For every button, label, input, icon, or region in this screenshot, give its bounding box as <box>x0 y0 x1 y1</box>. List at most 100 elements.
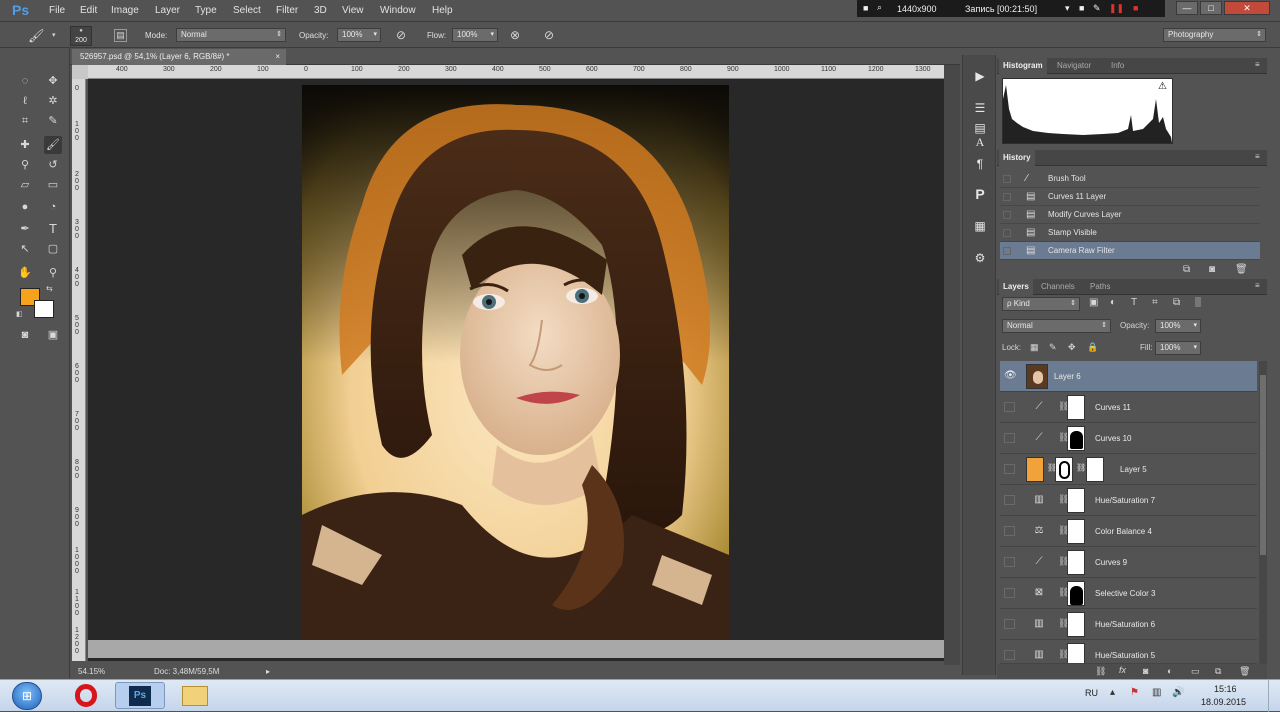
tab-info[interactable]: Info <box>1107 58 1128 74</box>
layer-row[interactable]: ⟋ ⛓ Curves 10 <box>1000 423 1257 454</box>
history-item[interactable]: ▤ Modify Curves Layer <box>1000 206 1260 224</box>
screen-mode-icon[interactable]: ▣ <box>44 326 62 344</box>
brush-panel-toggle-icon[interactable]: ▤ <box>114 29 127 42</box>
tab-navigator[interactable]: Navigator <box>1053 58 1095 74</box>
layer-row[interactable]: ⛓ ⛓ Layer 5 <box>1000 454 1257 485</box>
path-selection-tool-icon[interactable]: ↖ <box>16 240 34 258</box>
history-item[interactable]: ▤ Curves 11 Layer <box>1000 188 1260 206</box>
flow-input[interactable]: 100% ▾ <box>452 28 498 42</box>
recorder-pen-icon[interactable]: ✎ <box>1093 3 1101 14</box>
layer-row[interactable]: ⚖ ⛓ Color Balance 4 <box>1000 516 1257 547</box>
link-layers-icon[interactable]: ⛓ <box>1095 666 1106 677</box>
lock-image-icon[interactable]: ✎ <box>1049 342 1057 353</box>
layer-row[interactable]: ▥ ⛓ Hue/Saturation 7 <box>1000 485 1257 516</box>
swatches-icon[interactable]: ▦ <box>970 217 990 235</box>
visibility-toggle[interactable] <box>1004 464 1015 474</box>
quick-mask-icon[interactable]: ◙ <box>16 326 34 344</box>
crop-tool-icon[interactable]: ⌗ <box>16 112 34 130</box>
minimize-button[interactable]: — <box>1176 1 1198 15</box>
zoom-tool-icon[interactable]: ⚲ <box>44 264 62 282</box>
history-snapshot-checkbox[interactable] <box>1003 229 1011 237</box>
visibility-toggle[interactable] <box>1004 588 1015 598</box>
layer-mask-thumbnail[interactable] <box>1067 519 1085 544</box>
document-vertical-scrollbar[interactable] <box>944 65 960 665</box>
menu-type[interactable]: Type <box>195 5 217 16</box>
tab-history[interactable]: History <box>999 150 1035 166</box>
layer-filter-dropdown[interactable]: ρ Kind ⇕ <box>1002 297 1080 311</box>
layer-opacity-input[interactable]: 100% ▾ <box>1155 319 1201 333</box>
layer-mask-thumbnail[interactable] <box>1067 643 1085 663</box>
pen-tool-icon[interactable]: ✒ <box>16 220 34 238</box>
dodge-tool-icon[interactable]: ◔ <box>44 198 62 216</box>
magic-wand-tool-icon[interactable]: ✲ <box>44 92 62 110</box>
visibility-toggle[interactable] <box>1004 433 1015 443</box>
start-button[interactable]: ⊞ <box>12 682 42 710</box>
document-tab[interactable]: 526957.psd @ 54,1% (Layer 6, RGB/8#) * × <box>72 49 286 65</box>
lasso-tool-icon[interactable]: ℓ <box>16 92 34 110</box>
portrait-photo[interactable] <box>302 85 729 640</box>
layer-name[interactable]: Layer 6 <box>1054 372 1081 381</box>
horizontal-scrollbar[interactable] <box>88 640 944 658</box>
layer-mask-thumbnail[interactable] <box>1067 581 1085 606</box>
close-button[interactable]: ✕ <box>1224 1 1270 15</box>
history-snapshot-checkbox[interactable] <box>1003 193 1011 201</box>
opacity-input[interactable]: 100% ▾ <box>337 28 381 42</box>
new-adjustment-icon[interactable]: ◐ <box>1167 666 1172 676</box>
layer-row[interactable]: ▥ ⛓ Hue/Saturation 5 <box>1000 640 1257 664</box>
fx-icon[interactable]: fx <box>1119 665 1126 675</box>
layer-mask-thumbnail[interactable] <box>1055 457 1073 482</box>
visibility-toggle[interactable] <box>1004 495 1015 505</box>
properties-icon[interactable]: ☰ <box>970 99 990 117</box>
type-tool-icon[interactable]: T <box>44 220 62 238</box>
eyedropper-tool-icon[interactable]: ✎ <box>44 112 62 130</box>
clone-stamp-tool-icon[interactable]: ⚲ <box>16 156 34 174</box>
panel-menu-icon[interactable]: ≡ <box>1255 152 1260 161</box>
hand-tool-icon[interactable]: ✋ <box>16 264 34 282</box>
menu-window[interactable]: Window <box>380 5 416 16</box>
layer-row[interactable]: ▥ ⛓ Hue/Saturation 6 <box>1000 609 1257 640</box>
new-group-icon[interactable]: ▭ <box>1191 666 1200 677</box>
history-item[interactable]: ▤ Stamp Visible <box>1000 224 1260 242</box>
show-desktop-button[interactable] <box>1268 680 1280 712</box>
brush-tool-icon[interactable]: 🖌 <box>44 136 62 154</box>
healing-brush-tool-icon[interactable]: ✚ <box>16 136 34 154</box>
blend-mode-dropdown[interactable]: Normal ⇕ <box>1002 319 1111 333</box>
history-item-selected[interactable]: ▤ Camera Raw Filter <box>1000 242 1260 260</box>
warning-icon[interactable]: ⚠ <box>1158 81 1167 92</box>
layer-name[interactable]: Hue/Saturation 7 <box>1095 496 1155 505</box>
taskbar-opera[interactable] <box>60 682 110 709</box>
layer-name[interactable]: Hue/Saturation 6 <box>1095 620 1155 629</box>
tray-network-icon[interactable]: ▥ <box>1152 687 1161 698</box>
layer-row[interactable]: ⟋ ⛓ Curves 9 <box>1000 547 1257 578</box>
layer-name[interactable]: Selective Color 3 <box>1095 589 1155 598</box>
close-tab-icon[interactable]: × <box>275 49 280 65</box>
brush-tool-icon[interactable]: 🖌 <box>28 28 45 44</box>
layer-row-selected[interactable]: 👁 Layer 6 <box>1000 361 1257 392</box>
layer-mask-thumbnail[interactable] <box>1067 550 1085 575</box>
ruler-origin[interactable] <box>72 65 88 79</box>
clock-date[interactable]: 18.09.2015 <box>1201 697 1246 707</box>
pressure-opacity-icon[interactable]: ⊘ <box>396 28 406 42</box>
tray-flag-icon[interactable]: ⚑ <box>1130 687 1139 698</box>
lock-all-icon[interactable]: 🔒 <box>1087 342 1098 353</box>
layer-name[interactable]: Hue/Saturation 5 <box>1095 651 1155 660</box>
gradient-tool-icon[interactable]: ▭ <box>44 176 62 194</box>
trash-icon[interactable]: 🗑 <box>1239 666 1250 677</box>
language-indicator[interactable]: RU <box>1085 688 1098 698</box>
menu-filter[interactable]: Filter <box>276 5 298 16</box>
move-tool-icon[interactable]: ✥ <box>44 72 62 90</box>
tab-channels[interactable]: Channels <box>1037 279 1079 295</box>
background-color-swatch[interactable] <box>34 300 54 318</box>
layer-name[interactable]: Color Balance 4 <box>1095 527 1152 536</box>
recorder-record-icon[interactable]: ■ <box>1133 3 1138 13</box>
taskbar-explorer[interactable] <box>170 682 220 709</box>
shape-tool-icon[interactable]: ▢ <box>44 240 62 258</box>
menu-view[interactable]: View <box>342 5 364 16</box>
layer-mask-thumbnail[interactable] <box>1067 395 1085 420</box>
lock-position-icon[interactable]: ✥ <box>1068 342 1076 353</box>
filter-type-icon[interactable]: T <box>1131 297 1137 308</box>
new-document-from-state-icon[interactable]: ⧉ <box>1183 264 1190 275</box>
layer-name[interactable]: Layer 5 <box>1120 465 1147 474</box>
maximize-button[interactable]: □ <box>1200 1 1222 15</box>
clone-source-icon[interactable]: ⚙ <box>970 249 990 267</box>
